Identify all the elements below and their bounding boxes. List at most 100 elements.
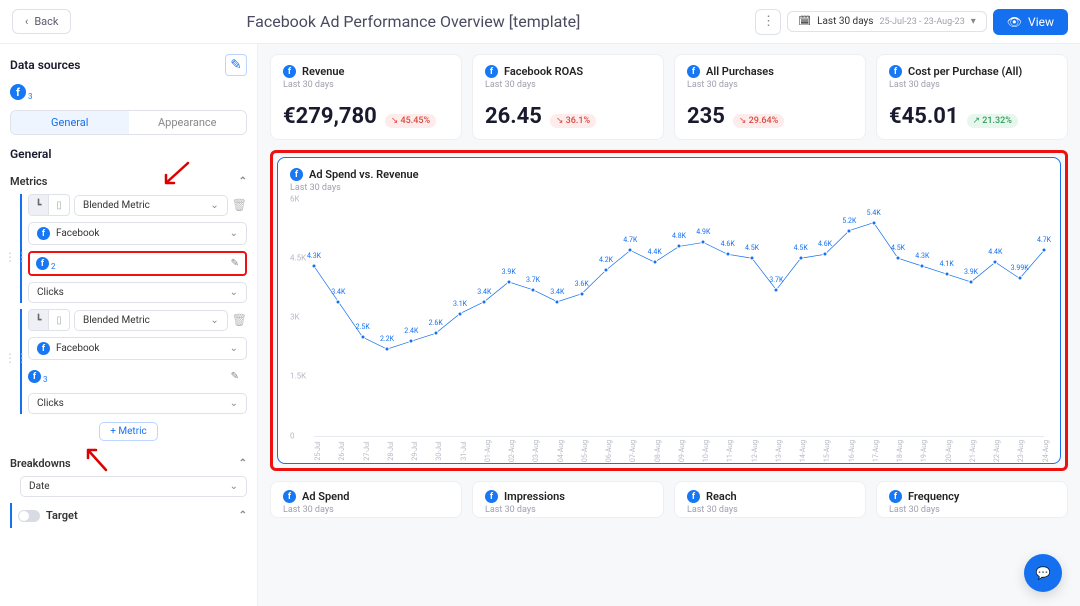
data-point[interactable] xyxy=(531,287,536,292)
data-point[interactable] xyxy=(506,279,511,284)
view-button[interactable]: 👁 View xyxy=(993,9,1068,35)
data-point[interactable] xyxy=(969,279,974,284)
data-point-label: 2.2K xyxy=(380,335,394,343)
breakdowns-section-toggle[interactable]: Breakdowns ⌃ xyxy=(10,451,247,476)
summary-subtitle: Last 30 days xyxy=(485,505,651,515)
delete-metric-button[interactable]: 🗑 xyxy=(232,313,247,327)
summary-card[interactable]: f Frequency Last 30 days xyxy=(876,481,1068,518)
breakdown-dropdown[interactable]: Date ⌄ xyxy=(20,476,247,497)
delete-metric-button[interactable]: 🗑 xyxy=(232,198,247,212)
pencil-icon[interactable]: ✎ xyxy=(231,258,239,269)
chart-style-toggle[interactable]: ┗ ▯ xyxy=(28,194,70,216)
metric-type-dropdown[interactable]: Blended Metric ⌄ xyxy=(74,195,228,216)
metrics-section-toggle[interactable]: Metrics ⌃ xyxy=(10,169,247,194)
drag-handle-icon[interactable]: ⋮⋮ xyxy=(4,250,28,264)
data-point[interactable] xyxy=(750,256,755,261)
data-point[interactable] xyxy=(798,256,803,261)
x-axis-tick: 05-Aug xyxy=(581,440,589,462)
toggle-off-icon[interactable] xyxy=(18,510,40,522)
data-point[interactable] xyxy=(701,240,706,245)
data-point[interactable] xyxy=(579,291,584,296)
data-point[interactable] xyxy=(896,256,901,261)
data-point[interactable] xyxy=(774,287,779,292)
data-point[interactable] xyxy=(604,268,609,273)
chart-style-toggle[interactable]: ┗ ▯ xyxy=(28,309,70,331)
measure-dropdown[interactable]: Clicks ⌄ xyxy=(28,282,247,303)
source-item[interactable]: f 3 ✎ xyxy=(28,366,247,387)
facebook-source-badge[interactable]: f 3 xyxy=(10,84,247,100)
data-point[interactable] xyxy=(555,299,560,304)
add-metric-button[interactable]: + Metric xyxy=(99,422,158,441)
back-button[interactable]: ‹ Back xyxy=(12,9,71,34)
bar-style-icon[interactable]: ▯ xyxy=(49,195,69,215)
data-point[interactable] xyxy=(409,339,414,344)
data-point[interactable] xyxy=(993,260,998,265)
data-point-label: 3.7K xyxy=(526,276,540,284)
data-point[interactable] xyxy=(1042,248,1047,253)
facebook-icon: f xyxy=(889,65,902,78)
data-point-label: 4.6K xyxy=(818,240,832,248)
kpi-card[interactable]: f Cost per Purchase (All) Last 30 days €… xyxy=(876,54,1068,140)
x-axis-tick: 11-Aug xyxy=(726,440,734,462)
summary-card[interactable]: f Impressions Last 30 days xyxy=(472,481,664,518)
pencil-icon[interactable]: ✎ xyxy=(231,371,239,382)
data-point[interactable] xyxy=(336,299,341,304)
more-menu-button[interactable]: ⋮ xyxy=(755,9,781,35)
bar-style-icon[interactable]: ▯ xyxy=(49,310,69,330)
drag-handle-icon[interactable]: ⋮⋮ xyxy=(4,351,28,365)
data-point[interactable] xyxy=(871,220,876,225)
data-point[interactable] xyxy=(847,228,852,233)
data-point[interactable] xyxy=(920,264,925,269)
data-point[interactable] xyxy=(433,331,438,336)
top-bar: ‹ Back Facebook Ad Performance Overview … xyxy=(0,0,1080,44)
kpi-value: €45.01 xyxy=(889,104,959,129)
kpi-card[interactable]: f Facebook ROAS Last 30 days 26.45 ↘ 36.… xyxy=(472,54,664,140)
date-label: Last 30 days xyxy=(817,16,873,27)
target-section-toggle[interactable]: Target ⌃ xyxy=(10,503,247,528)
data-point[interactable] xyxy=(360,335,365,340)
data-point[interactable] xyxy=(458,311,463,316)
kpi-subtitle: Last 30 days xyxy=(889,80,1055,90)
tab-general[interactable]: General xyxy=(11,111,129,134)
data-point[interactable] xyxy=(628,248,633,253)
data-point[interactable] xyxy=(385,347,390,352)
summary-subtitle: Last 30 days xyxy=(687,505,853,515)
line-style-icon[interactable]: ┗ xyxy=(29,195,49,215)
summary-card[interactable]: f Reach Last 30 days xyxy=(674,481,866,518)
data-point-label: 4.5K xyxy=(891,244,905,252)
facebook-icon: f xyxy=(889,490,902,503)
chat-support-button[interactable]: 💬 xyxy=(1024,554,1062,592)
data-point-label: 3.9K xyxy=(964,268,978,276)
source-facebook-dropdown[interactable]: f Facebook ⌄ xyxy=(28,337,247,360)
metric-type-dropdown[interactable]: Blended Metric ⌄ xyxy=(74,310,228,331)
facebook-icon: f xyxy=(36,257,49,270)
data-point[interactable] xyxy=(482,299,487,304)
source-facebook-dropdown[interactable]: f Facebook ⌄ xyxy=(28,222,247,245)
x-axis-tick: 04-Aug xyxy=(557,440,565,462)
data-point[interactable] xyxy=(1017,276,1022,281)
chevron-down-icon: ▾ xyxy=(971,16,976,27)
data-point[interactable] xyxy=(677,244,682,249)
edit-sources-button[interactable]: ✎ xyxy=(225,54,247,76)
data-point[interactable] xyxy=(652,260,657,265)
data-point[interactable] xyxy=(725,252,730,257)
kpi-card[interactable]: f Revenue Last 30 days €279,780 ↘ 45.45% xyxy=(270,54,462,140)
page-title: Facebook Ad Performance Overview [templa… xyxy=(71,12,755,31)
summary-card[interactable]: f Ad Spend Last 30 days xyxy=(270,481,462,518)
kpi-value: 235 xyxy=(687,104,725,129)
data-point[interactable] xyxy=(944,272,949,277)
line-style-icon[interactable]: ┗ xyxy=(29,310,49,330)
x-axis-tick: 20-Aug xyxy=(945,440,953,462)
kpi-card[interactable]: f All Purchases Last 30 days 235 ↘ 29.64… xyxy=(674,54,866,140)
highlighted-source-item[interactable]: f 2 ✎ xyxy=(28,251,247,276)
measure-dropdown[interactable]: Clicks ⌄ xyxy=(28,393,247,414)
tab-appearance[interactable]: Appearance xyxy=(129,111,247,134)
date-range-picker[interactable]: 🗓 Last 30 days 25-Jul-23 - 23-Aug-23 ▾ xyxy=(787,11,986,32)
facebook-icon: f xyxy=(10,84,26,100)
pencil-icon: ✎ xyxy=(230,58,241,73)
facebook-icon: f xyxy=(283,490,296,503)
facebook-icon: f xyxy=(28,370,41,383)
data-point[interactable] xyxy=(312,264,317,269)
data-point[interactable] xyxy=(823,252,828,257)
chart-card[interactable]: f Ad Spend vs. Revenue Last 30 days 01.5… xyxy=(277,157,1061,464)
